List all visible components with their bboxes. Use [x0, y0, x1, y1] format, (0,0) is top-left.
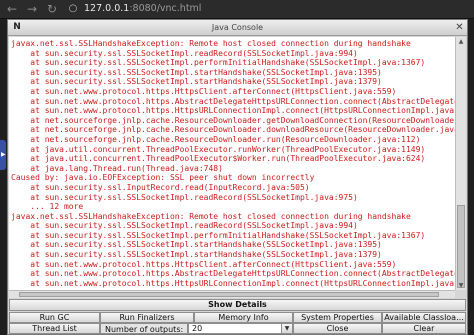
console-line: at java.lang.Thread.run(Thread.java:748) [11, 163, 223, 173]
available-classloaders-button[interactable]: Available Classloa... [382, 312, 466, 323]
console-line: at sun.security.ssl.SSLSocketImpl.startH… [11, 77, 382, 87]
window-titlebar[interactable]: N Java Console ✕ [8, 20, 467, 36]
run-finalizers-button[interactable]: Run Finalizers [100, 312, 194, 323]
console-line: at sun.security.ssl.SSLSocketImpl.startH… [11, 67, 382, 77]
close-icon[interactable]: ✕ [454, 22, 465, 33]
console-line: at sun.security.ssl.SSLSocketImpl.readRe… [11, 48, 358, 58]
console-line: javax.net.ssl.SSLHandshakeException: Rem… [11, 39, 411, 48]
console-line: at sun.net.www.protocol.https.HttpsURLCo… [11, 278, 455, 288]
console-line: Caused by: java.io.EOFException: SSL pee… [11, 173, 315, 183]
scrollbar-thumb[interactable] [457, 205, 465, 288]
console-line: at net.sourceforge.jnlp.cache.ResourceDo… [11, 134, 421, 144]
java-console-window: N Java Console ✕ javax.net.ssl.SSLHandsh… [7, 19, 468, 335]
thread-list-button[interactable]: Thread List [9, 323, 100, 334]
console-line: at sun.security.ssl.SSLSocketImpl.perfor… [11, 230, 426, 240]
system-properties-button[interactable]: System Properties [293, 312, 382, 323]
console-line: at sun.security.ssl.SSLSocketImpl.readRe… [11, 221, 358, 231]
run-gc-button[interactable]: Run GC [9, 312, 100, 323]
console-line: at net.sourceforge.jnlp.cache.ResourceDo… [11, 125, 455, 135]
show-details-button[interactable]: Show Details [9, 299, 466, 311]
forward-arrow-icon[interactable]: → [24, 1, 40, 17]
scroll-down-icon[interactable]: ▼ [456, 281, 466, 290]
horizontal-scrollbar[interactable] [9, 290, 455, 298]
window-title: Java Console [211, 23, 264, 32]
browser-toolbar: ← → ↻ ○ 127.0.0.1:8080/vnc.html [0, 0, 474, 19]
chevron-down-icon[interactable]: ▼ [281, 324, 292, 333]
page-info-icon[interactable]: ○ [66, 2, 80, 16]
url-bar[interactable]: 127.0.0.1:8080/vnc.html [84, 2, 201, 16]
console-line: javax.net.ssl.SSLHandshakeException: Rem… [11, 211, 411, 221]
console-line: at sun.net.www.protocol.https.HttpsClien… [11, 86, 397, 96]
console-line: at java.util.concurrent.ThreadPoolExecut… [11, 154, 426, 164]
scroll-up-icon[interactable]: ▲ [456, 37, 466, 46]
hscrollbar-thumb[interactable] [19, 292, 439, 297]
console-line: at sun.net.www.protocol.https.AbstractDe… [30, 269, 455, 279]
number-of-outputs-label: Number of outputs: [100, 323, 188, 334]
vertical-scrollbar[interactable]: ▲ ▼ [455, 37, 466, 290]
clear-button[interactable]: Clear [382, 323, 466, 334]
reload-icon[interactable]: ↻ [44, 1, 60, 17]
console-line: at sun.net.www.protocol.https.AbstractDe… [30, 96, 455, 106]
console-line: at sun.net.www.protocol.https.HttpsURLCo… [11, 106, 455, 116]
console-line: at sun.security.ssl.SSLSocketImpl.startH… [11, 240, 382, 250]
console-line: at java.util.concurrent.ThreadPoolExecut… [11, 144, 426, 154]
console-line: ... 12 more [11, 202, 84, 212]
close-button[interactable]: Close [293, 323, 382, 334]
back-arrow-icon[interactable]: ← [4, 1, 20, 17]
number-of-outputs-select[interactable]: 20 ▼ [188, 323, 293, 334]
console-line: at sun.net.www.protocol.https.HttpsClien… [11, 259, 397, 269]
url-host: 127.0.0.1 [84, 3, 130, 14]
url-path: :8080/vnc.html [129, 3, 202, 14]
chevron-right-icon: ▶ [1, 151, 6, 158]
console-line: at sun.security.ssl.SSLSocketImpl.readRe… [11, 192, 358, 202]
console-line: at sun.security.ssl.InputRecord.read(Inp… [11, 182, 310, 192]
console-line: at net.sourceforge.jnlp.cache.ResourceDo… [30, 115, 455, 125]
vnc-sidebar-handle[interactable]: ▶ [0, 140, 6, 170]
console-output[interactable]: javax.net.ssl.SSLHandshakeException: Rem… [9, 37, 455, 290]
console-line: at sun.security.ssl.SSLSocketImpl.startH… [11, 250, 382, 260]
console-line: at sun.security.ssl.SSLSocketImpl.perfor… [11, 58, 426, 68]
number-of-outputs-value: 20 [192, 324, 203, 333]
memory-info-button[interactable]: Memory Info [194, 312, 293, 323]
